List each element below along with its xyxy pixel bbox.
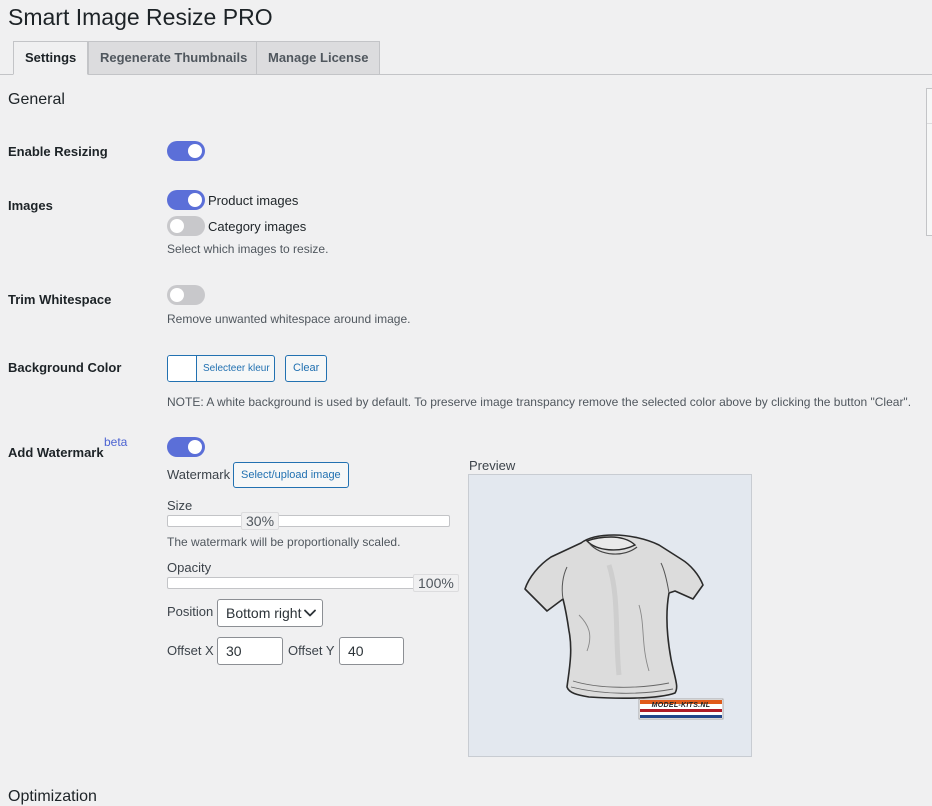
position-select-value: Bottom right	[226, 605, 302, 621]
opacity-label: Opacity	[167, 560, 212, 575]
beta-badge: beta	[104, 435, 128, 449]
toggle-knob	[170, 219, 184, 233]
trim-whitespace-description: Remove unwanted whitespace around image.	[167, 312, 411, 326]
offset-x-input[interactable]	[217, 637, 283, 665]
product-images-label: Product images	[208, 193, 299, 208]
offset-y-input[interactable]	[339, 637, 404, 665]
tab-regenerate-thumbnails[interactable]: Regenerate Thumbnails	[88, 41, 260, 75]
offset-x-label: Offset X	[167, 643, 214, 658]
size-label: Size	[167, 498, 193, 513]
watermark-preview: MODEL-KITS.NL	[468, 474, 752, 757]
t-shirt-icon	[524, 534, 724, 720]
images-description: Select which images to resize.	[167, 242, 329, 256]
size-slider-track[interactable]	[167, 515, 450, 527]
sidebar-panel	[926, 88, 932, 236]
position-select[interactable]: Bottom right	[217, 599, 323, 627]
images-label: Images	[8, 198, 53, 213]
toggle-knob	[188, 144, 202, 158]
background-color-note: NOTE: A white background is used by defa…	[167, 395, 912, 409]
tab-settings[interactable]: Settings	[13, 41, 89, 75]
add-watermark-label: Add Watermark	[8, 445, 104, 460]
opacity-slider-track[interactable]	[167, 577, 450, 589]
trim-whitespace-label: Trim Whitespace	[8, 292, 112, 307]
position-label: Position	[167, 604, 214, 619]
trim-whitespace-toggle[interactable]	[167, 285, 205, 305]
toggle-knob	[188, 193, 202, 207]
product-images-toggle[interactable]	[167, 190, 205, 210]
add-watermark-toggle[interactable]	[167, 437, 205, 457]
enable-resizing-toggle[interactable]	[167, 141, 205, 161]
watermark-label: Watermark	[167, 467, 231, 482]
tab-manage-license[interactable]: Manage License	[256, 41, 381, 75]
color-picker-label: Selecteer kleur	[203, 363, 270, 374]
offset-y-label: Offset Y	[288, 643, 335, 658]
clear-color-button[interactable]: Clear	[285, 355, 328, 382]
page-title: Smart Image Resize PRO	[8, 4, 273, 30]
opacity-slider-handle[interactable]: 100%	[413, 574, 459, 592]
chevron-down-icon	[304, 609, 316, 617]
toggle-knob	[170, 288, 184, 302]
watermark-logo-text: MODEL-KITS.NL	[651, 702, 711, 709]
category-images-label: Category images	[208, 219, 307, 234]
select-upload-image-button[interactable]: Select/upload image	[233, 462, 349, 488]
background-color-label: Background Color	[8, 360, 122, 375]
enable-resizing-label: Enable Resizing	[8, 144, 108, 159]
section-title-general: General	[8, 91, 65, 108]
toggle-knob	[188, 440, 202, 454]
section-title-optimization: Optimization	[8, 788, 97, 805]
color-picker-button[interactable]: Selecteer kleur	[167, 355, 275, 382]
color-swatch	[168, 356, 197, 381]
size-slider-handle[interactable]: 30%	[241, 512, 280, 530]
size-description: The watermark will be proportionally sca…	[167, 535, 401, 549]
preview-label: Preview	[469, 458, 516, 473]
category-images-toggle[interactable]	[167, 216, 205, 236]
